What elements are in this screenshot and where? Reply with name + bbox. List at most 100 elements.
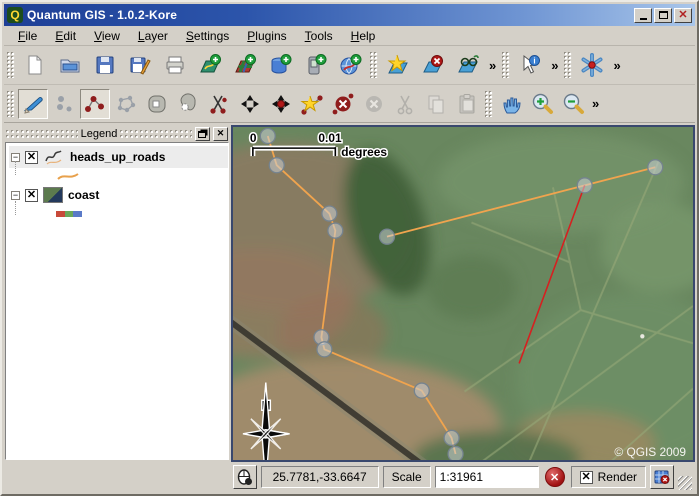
render-toggle[interactable]: ✕ Render xyxy=(571,466,646,488)
menu-settings[interactable]: Settings xyxy=(178,27,237,45)
toolbar-overflow-chevron[interactable]: » xyxy=(486,58,499,73)
toolbar-drag-handle[interactable] xyxy=(7,91,15,117)
collapse-expander-icon[interactable]: − xyxy=(11,191,20,200)
toolbar-drag-handle[interactable] xyxy=(7,52,15,78)
qgis-logo-icon: Q xyxy=(7,7,23,23)
minimize-button[interactable] xyxy=(634,8,652,23)
map-canvas[interactable]: 0 0.01 degrees N © QGIS 2009 xyxy=(231,125,695,462)
split-features-button[interactable] xyxy=(204,89,234,119)
menu-layer[interactable]: Layer xyxy=(130,27,176,45)
capture-point-button[interactable] xyxy=(49,89,79,119)
zoom-in-icon xyxy=(530,92,554,116)
add-vertex-button[interactable] xyxy=(297,89,327,119)
plugin-star-button[interactable] xyxy=(575,50,609,80)
terrain-detail xyxy=(640,334,644,338)
panel-close-button[interactable]: ✕ xyxy=(213,127,228,141)
menu-tools[interactable]: Tools xyxy=(297,27,341,45)
toolbar-drag-handle[interactable] xyxy=(502,52,510,78)
window-title: Quantum GIS - 1.0.2-Kore xyxy=(27,8,630,22)
zoom-out-button[interactable] xyxy=(558,89,588,119)
toolbar-drag-handle[interactable] xyxy=(370,52,378,78)
scale-input[interactable] xyxy=(435,466,539,488)
toolbar-drag-handle[interactable] xyxy=(564,52,572,78)
paste-features-button[interactable] xyxy=(452,89,482,119)
save-project-button[interactable] xyxy=(88,50,122,80)
layer-item-coast[interactable]: − ✕ coast xyxy=(9,184,228,206)
delete-selected-button[interactable] xyxy=(359,89,389,119)
maximize-button[interactable] xyxy=(654,8,672,23)
menu-plugins[interactable]: Plugins xyxy=(239,27,294,45)
toolbar-overflow-chevron[interactable]: » xyxy=(548,58,561,73)
main-area: Legend ✕ − ✕ heads_up_roads − xyxy=(4,123,695,462)
menu-help[interactable]: Help xyxy=(343,27,384,45)
panel-close-icon: ✕ xyxy=(217,129,225,138)
panel-float-button[interactable] xyxy=(195,127,210,141)
layer-visibility-checkbox[interactable]: ✕ xyxy=(25,189,38,202)
toolbar-overflow-chevron[interactable]: » xyxy=(610,58,623,73)
move-vertex-button[interactable] xyxy=(235,89,265,119)
stop-render-button[interactable]: ✕ xyxy=(543,465,567,489)
identify-button[interactable]: i xyxy=(513,50,547,80)
toggle-editing-button[interactable] xyxy=(18,89,48,119)
menu-file[interactable]: File xyxy=(10,27,45,45)
capture-polygon-button[interactable] xyxy=(111,89,141,119)
add-postgis-layer-button[interactable] xyxy=(263,50,297,80)
vertex-marker[interactable] xyxy=(322,206,337,221)
toolbar-overflow-chevron[interactable]: » xyxy=(589,96,602,111)
save-project-as-button[interactable] xyxy=(123,50,157,80)
scale-bar-unit-label: degrees xyxy=(341,145,387,159)
projection-status-button[interactable] xyxy=(650,465,674,489)
zoom-in-button[interactable] xyxy=(527,89,557,119)
move-feature-button[interactable] xyxy=(266,89,296,119)
vertex-marker[interactable] xyxy=(328,223,343,238)
vertex-marker[interactable] xyxy=(269,158,284,173)
vertex-marker[interactable] xyxy=(444,430,459,445)
move-vertex-arrows-icon xyxy=(238,92,262,116)
vertex-marker[interactable] xyxy=(380,229,395,244)
add-ring-button[interactable] xyxy=(142,89,172,119)
titlebar[interactable]: Q Quantum GIS - 1.0.2-Kore ✕ xyxy=(4,4,695,26)
legend-header[interactable]: Legend ✕ xyxy=(5,125,229,142)
add-island-button[interactable] xyxy=(173,89,203,119)
menu-edit[interactable]: Edit xyxy=(47,27,84,45)
vertex-marker[interactable] xyxy=(577,178,592,193)
add-wms-layer-button[interactable] xyxy=(333,50,367,80)
vertex-marker[interactable] xyxy=(260,129,275,144)
pan-button[interactable] xyxy=(496,89,526,119)
open-project-button[interactable] xyxy=(53,50,87,80)
print-composer-button[interactable] xyxy=(158,50,192,80)
vertex-marker[interactable] xyxy=(448,446,463,460)
toggle-extents-button[interactable] xyxy=(233,465,257,489)
new-project-button[interactable] xyxy=(18,50,52,80)
delete-vertex-button[interactable] xyxy=(328,89,358,119)
capture-line-icon xyxy=(83,92,107,116)
statusbar: 25.7781,-33.6647 Scale ✕ ✕ Render xyxy=(4,462,695,492)
paste-icon xyxy=(455,92,479,116)
panel-drag-texture xyxy=(120,130,192,138)
cut-features-button[interactable] xyxy=(390,89,420,119)
layer-visibility-checkbox[interactable]: ✕ xyxy=(25,151,38,164)
render-checkbox[interactable]: ✕ xyxy=(580,471,593,484)
window-resize-grip[interactable] xyxy=(678,476,692,490)
layer-label[interactable]: heads_up_roads xyxy=(70,150,165,164)
vertex-marker[interactable] xyxy=(648,160,663,175)
layer-item-heads-up-roads[interactable]: − ✕ heads_up_roads xyxy=(9,146,228,168)
add-gps-layer-icon xyxy=(303,53,327,77)
layer-label[interactable]: coast xyxy=(68,188,99,202)
new-vector-layer-button[interactable] xyxy=(381,50,415,80)
add-gps-layer-button[interactable] xyxy=(298,50,332,80)
mouse-position-icon xyxy=(236,468,254,486)
minimize-icon xyxy=(640,18,647,20)
show-overview-button[interactable] xyxy=(451,50,485,80)
vertex-marker[interactable] xyxy=(414,383,429,398)
add-vector-layer-button[interactable] xyxy=(193,50,227,80)
toolbar-drag-handle[interactable] xyxy=(485,91,493,117)
capture-line-button[interactable] xyxy=(80,89,110,119)
copy-features-button[interactable] xyxy=(421,89,451,119)
menu-view[interactable]: View xyxy=(86,27,128,45)
add-raster-layer-button[interactable] xyxy=(228,50,262,80)
close-button[interactable]: ✕ xyxy=(674,8,692,23)
remove-layer-button[interactable] xyxy=(416,50,450,80)
vertex-marker[interactable] xyxy=(317,342,332,357)
zoom-out-icon xyxy=(561,92,585,116)
